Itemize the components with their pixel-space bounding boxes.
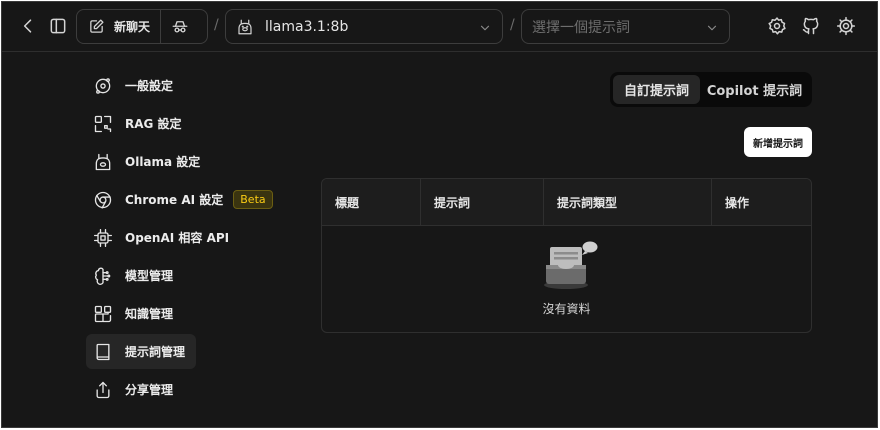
prompt-select[interactable]: 選擇一個提示詞	[521, 9, 730, 44]
chrome-icon	[93, 190, 113, 210]
gear-orbit-icon	[93, 76, 113, 96]
app-window: 新聊天 / llama3.1:8b / 選擇一個提示詞 一般設定 RAG 設定 …	[1, 1, 878, 428]
breadcrumb-separator: /	[510, 17, 515, 33]
edit-square-icon	[90, 19, 104, 33]
column-header-title: 標題	[322, 179, 421, 225]
top-bar: 新聊天 / llama3.1:8b / 選擇一個提示詞	[2, 2, 877, 52]
nav-label: 分享管理	[125, 383, 174, 397]
chevron-down-icon	[705, 20, 719, 34]
nav-item-models[interactable]: 模型管理	[86, 258, 196, 293]
nav-label: 提示詞管理	[125, 345, 186, 359]
prompt-placeholder: 選擇一個提示詞	[532, 19, 630, 36]
empty-inbox-icon	[542, 239, 602, 291]
settings-nav: 一般設定 RAG 設定 Ollama 設定 Chrome AI 設定 Beta …	[86, 68, 286, 410]
column-header-prompt: 提示詞	[421, 179, 544, 225]
cpu-chip-icon	[93, 228, 113, 248]
empty-state-text: 沒有資料	[542, 302, 591, 316]
table-header: 標題 提示詞 提示詞類型 操作	[322, 179, 811, 226]
nav-label: 模型管理	[125, 269, 174, 283]
nav-label: 一般設定	[125, 79, 174, 93]
column-header-actions: 操作	[725, 195, 750, 210]
chevron-down-icon	[478, 20, 492, 34]
nav-item-openai-api[interactable]: OpenAI 相容 API	[86, 220, 236, 255]
ollama-llama-icon	[93, 152, 113, 172]
book-icon	[93, 342, 113, 362]
nav-label: OpenAI 相容 API	[125, 231, 230, 245]
model-name: llama3.1:8b	[265, 18, 349, 35]
model-select[interactable]: llama3.1:8b	[225, 9, 503, 44]
nav-item-prompts[interactable]: 提示詞管理	[86, 334, 196, 369]
back-chevron-icon[interactable]	[16, 14, 40, 38]
column-header-prompt-type: 提示詞類型	[544, 179, 712, 225]
nav-label: 知識管理	[125, 307, 174, 321]
breadcrumb-separator: /	[214, 17, 219, 33]
tab-copilot-prompts[interactable]: Copilot 提示詞	[700, 75, 809, 104]
incognito-icon	[172, 20, 188, 33]
new-chat-button[interactable]: 新聊天	[77, 10, 162, 43]
nav-item-knowledge[interactable]: 知識管理	[86, 296, 196, 331]
nav-item-share[interactable]: 分享管理	[86, 372, 196, 407]
github-icon[interactable]	[799, 14, 823, 38]
blocks-icon	[93, 304, 113, 324]
rag-icon	[93, 114, 113, 134]
gear-icon[interactable]	[834, 14, 858, 38]
ollama-llama-icon	[236, 18, 254, 36]
empty-state: 沒有資料	[322, 227, 811, 332]
share-icon	[93, 380, 113, 400]
settings-cog-icon[interactable]	[765, 14, 789, 38]
sidebar-toggle-icon[interactable]	[46, 14, 70, 38]
brain-icon	[93, 266, 113, 286]
nav-item-rag[interactable]: RAG 設定	[86, 106, 196, 141]
nav-label: Ollama 設定	[125, 155, 201, 169]
new-chat-label: 新聊天	[114, 20, 151, 34]
nav-label: Chrome AI 設定	[125, 193, 224, 207]
temporary-chat-button[interactable]	[161, 10, 199, 43]
new-chat-group: 新聊天	[76, 9, 208, 44]
nav-item-chrome-ai[interactable]: Chrome AI 設定 Beta	[86, 182, 273, 217]
tab-custom-prompts[interactable]: 自訂提示詞	[613, 75, 700, 104]
beta-badge: Beta	[233, 190, 273, 209]
nav-item-ollama[interactable]: Ollama 設定	[86, 144, 200, 179]
nav-label: RAG 設定	[125, 117, 182, 131]
prompts-table: 標題 提示詞 提示詞類型 操作 沒有資料	[321, 178, 812, 333]
add-prompt-button[interactable]: 新增提示詞	[744, 127, 812, 157]
nav-item-general[interactable]: 一般設定	[86, 68, 196, 103]
prompt-type-tabs: 自訂提示詞 Copilot 提示詞	[610, 72, 812, 107]
